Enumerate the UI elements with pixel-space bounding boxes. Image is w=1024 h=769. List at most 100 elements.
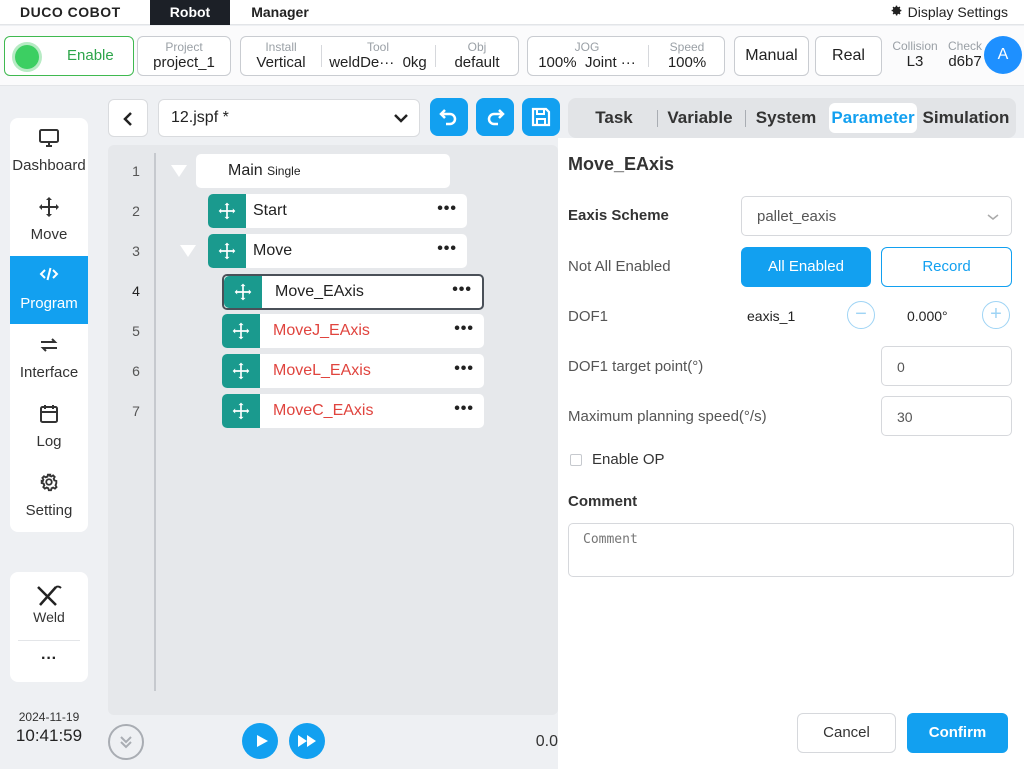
sidebar-item-log[interactable]: Log (10, 394, 88, 462)
node-sublabel: Single (267, 164, 301, 178)
move-icon (224, 276, 262, 308)
node-menu-button[interactable]: ••• (454, 360, 474, 378)
gear-icon (890, 0, 903, 25)
tab-task[interactable]: Task (568, 98, 660, 138)
check-indicator[interactable]: Check d6b7 (944, 36, 986, 71)
app-logo: DUCO COBOT (20, 4, 121, 20)
project-box[interactable]: Project project_1 (137, 36, 231, 76)
sidebar-item-move[interactable]: Move (10, 187, 88, 255)
parameter-panel: Move_EAxis Eaxis Scheme pallet_eaxis Not… (558, 138, 1024, 769)
tab-variable[interactable]: Variable (658, 98, 742, 138)
expand-button[interactable] (108, 724, 144, 760)
collapse-triangle-icon[interactable] (171, 165, 187, 177)
enable-label: Enable (67, 47, 114, 64)
date-display: 2024-11-19 (18, 710, 80, 724)
collision-indicator[interactable]: Collision L3 (888, 36, 942, 71)
weld-label: Weld (33, 609, 65, 625)
line-number: 1 (132, 163, 140, 179)
tab-robot[interactable]: Robot (150, 0, 230, 25)
plus-icon[interactable]: + (982, 301, 1010, 329)
install-tool-obj-box[interactable]: Install Vertical Tool weldDe··· 0kg Obj … (240, 36, 519, 76)
all-enabled-button[interactable]: All Enabled (741, 247, 871, 287)
eaxis-scheme-label: Eaxis Scheme (568, 207, 669, 224)
play-icon (257, 735, 268, 747)
sidebar-item-setting[interactable]: Setting (10, 463, 88, 531)
dof1-target-input[interactable]: 0 (881, 346, 1012, 386)
tree-node-movej-eaxis[interactable]: MoveJ_EAxis ••• (222, 314, 484, 348)
comment-label: Comment (568, 493, 638, 510)
swap-icon (10, 333, 88, 357)
tree-node-movel-eaxis[interactable]: MoveL_EAxis ••• (222, 354, 484, 388)
record-button[interactable]: Record (881, 247, 1012, 287)
clock: 2024-11-19 10:41:59 (0, 710, 98, 746)
double-chevron-down-icon (120, 736, 132, 749)
redo-button[interactable] (476, 98, 514, 136)
tab-parameter[interactable]: Parameter (829, 98, 917, 138)
play-button[interactable] (242, 723, 278, 759)
node-menu-button[interactable]: ••• (454, 320, 474, 338)
node-menu-button[interactable]: ••• (437, 200, 457, 218)
tree-gutter-line (154, 153, 156, 691)
max-speed-input[interactable]: 30 (881, 396, 1012, 436)
sidebar-item-interface[interactable]: Interface (10, 325, 88, 393)
node-label: Move_EAxis (275, 283, 364, 300)
tab-system[interactable]: System (746, 98, 826, 138)
step-run-button[interactable] (289, 723, 325, 759)
time-display: 10:41:59 (15, 726, 83, 745)
collision-label: Collision (892, 39, 938, 53)
install-label: Install (265, 40, 297, 54)
node-menu-button[interactable]: ••• (452, 281, 472, 299)
more-button[interactable]: ··· (10, 650, 88, 668)
jog-value: 100% (538, 54, 577, 71)
move-icon (222, 314, 260, 348)
enable-op-label: Enable OP (592, 451, 665, 468)
avatar[interactable]: A (984, 36, 1022, 74)
node-menu-button[interactable]: ••• (454, 400, 474, 418)
sidebar-item-dashboard[interactable]: Dashboard (10, 118, 88, 186)
parameter-title: Move_EAxis (568, 154, 675, 174)
program-file-name: 12.jspf * (171, 109, 229, 126)
chevron-left-icon (123, 112, 132, 126)
display-settings-button[interactable]: Display Settings (890, 0, 1008, 25)
cancel-button[interactable]: Cancel (797, 713, 896, 753)
comment-field[interactable] (568, 523, 1014, 577)
enable-op-checkbox[interactable] (570, 454, 582, 466)
tab-simulation[interactable]: Simulation (920, 98, 1012, 138)
sidebar-item-label: Interface (19, 364, 79, 381)
tool-label: Tool (366, 40, 389, 54)
dof1-target-value: 0 (897, 359, 905, 375)
program-tree[interactable]: 1 Main Single 2 Start ••• 3 Move ••• 4 M… (108, 145, 558, 715)
real-button[interactable]: Real (815, 36, 882, 76)
tree-node-start[interactable]: Start ••• (208, 194, 467, 228)
tree-node-movec-eaxis[interactable]: MoveC_EAxis ••• (222, 394, 484, 428)
confirm-button[interactable]: Confirm (907, 713, 1008, 753)
collapse-triangle-icon[interactable] (180, 245, 196, 257)
fast-forward-icon (298, 735, 316, 747)
obj-value: default (454, 54, 500, 71)
tree-node-move[interactable]: Move ••• (208, 234, 467, 268)
tree-node-move-eaxis[interactable]: Move_EAxis ••• (222, 274, 484, 310)
tab-manager[interactable]: Manager (232, 0, 328, 25)
dof1-axis-name: eaxis_1 (747, 308, 796, 324)
dof1-target-label: DOF1 target point(°) (568, 358, 704, 375)
line-number: 4 (132, 283, 140, 299)
sidebar-item-program[interactable]: Program (10, 256, 88, 324)
minus-icon[interactable]: − (847, 301, 875, 329)
jog-speed-box[interactable]: JOG 100% Joint ··· Speed 100% (527, 36, 725, 76)
eaxis-scheme-select[interactable]: pallet_eaxis (741, 196, 1012, 236)
node-label: Move (253, 242, 293, 259)
weld-button[interactable]: Weld (10, 572, 88, 638)
undo-button[interactable] (430, 98, 468, 136)
tree-node-main[interactable]: Main Single (196, 154, 450, 188)
program-toolbar: 12.jspf * (108, 98, 560, 138)
save-icon (531, 107, 551, 127)
sidebar-item-label: Program (20, 295, 78, 312)
program-file-select[interactable]: 12.jspf * (158, 99, 420, 137)
manual-button[interactable]: Manual (734, 36, 809, 76)
jog-label: JOG (574, 40, 600, 54)
sidebar-item-label: Dashboard (12, 157, 86, 174)
back-button[interactable] (108, 99, 148, 137)
node-menu-button[interactable]: ••• (437, 240, 457, 258)
enable-button[interactable]: Enable (4, 36, 134, 76)
save-button[interactable] (522, 98, 560, 136)
